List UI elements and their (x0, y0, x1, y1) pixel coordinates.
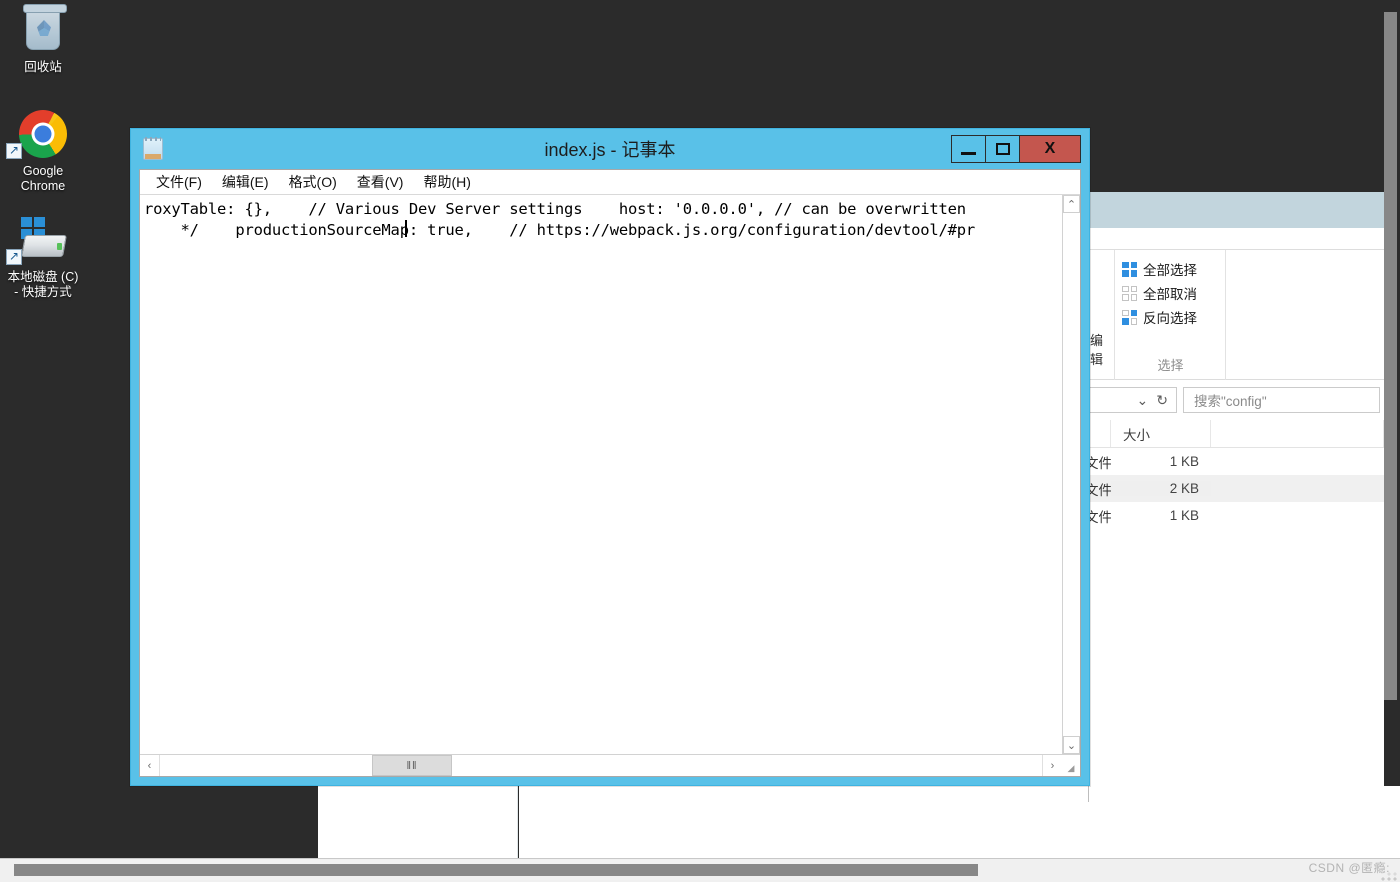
ribbon-button-invert-selection[interactable]: 反向选择 (1116, 305, 1225, 329)
close-button[interactable]: X (1019, 135, 1081, 163)
menu-item-view[interactable]: 查看(V) (349, 170, 412, 194)
ribbon-button-select-all[interactable]: 全部选择 (1116, 257, 1225, 281)
horizontal-scroll-thumb[interactable]: ‖‖ (372, 755, 452, 776)
search-input[interactable]: 搜索"config" (1183, 387, 1380, 413)
select-all-icon (1122, 261, 1137, 277)
invert-selection-icon (1122, 309, 1137, 325)
address-bar[interactable]: ⌄ ↻ (1089, 387, 1177, 413)
row-size-cell: 2 KB (1111, 481, 1211, 496)
file-explorer-window[interactable]: 编辑 全部选择 全部取消 反向选择 选择 ⌄ ↻ 搜索"config" 大小 件… (1088, 192, 1384, 802)
menu-item-file[interactable]: 文件(F) (148, 170, 210, 194)
ribbon-button-select-none[interactable]: 全部取消 (1116, 281, 1225, 305)
menu-item-help[interactable]: 帮助(H) (415, 170, 478, 194)
ribbon-group-select: 全部选择 全部取消 反向选择 选择 (1116, 250, 1226, 380)
refresh-icon[interactable]: ↻ (1156, 392, 1168, 409)
desktop-icon-label: Google Chrome (20, 164, 66, 193)
window-controls: X (951, 135, 1081, 163)
table-row[interactable]: 文件 1 KB (1089, 502, 1384, 529)
editor-region: roxyTable: {}, // Various Dev Server set… (140, 195, 1080, 754)
shortcut-arrow-icon: ↗ (6, 249, 22, 265)
scroll-right-arrow-icon[interactable]: › (1042, 755, 1062, 776)
row-type-cell: 文件 (1089, 455, 1111, 471)
maximize-button[interactable] (985, 135, 1020, 163)
shortcut-arrow-icon: ↗ (6, 143, 22, 159)
file-list-column-headers: 大小 (1089, 420, 1384, 448)
select-none-icon (1122, 285, 1137, 301)
ribbon-group-edit: 编辑 (1089, 250, 1115, 380)
row-size-cell: 1 KB (1169, 454, 1199, 469)
notepad-titlebar[interactable]: index.js - 记事本 X (131, 129, 1089, 169)
text-line: roxyTable: {}, // Various Dev Server set… (144, 200, 966, 218)
ribbon-group-select-label: 选择 (1157, 358, 1184, 373)
explorer-ribbon: 编辑 全部选择 全部取消 反向选择 选择 (1089, 250, 1384, 380)
chrome-icon: ↗ (0, 110, 86, 160)
explorer-ribbon-tabstrip[interactable] (1089, 228, 1384, 250)
text-caret (405, 220, 407, 237)
window-title: index.js - 记事本 (544, 140, 676, 160)
vertical-scrollbar[interactable]: ⌃ ⌄ (1062, 195, 1080, 754)
row-size-cell: 1 KB (1169, 508, 1199, 523)
hard-drive-icon: ↗ (0, 216, 86, 266)
chevron-down-icon[interactable]: ⌄ (1137, 392, 1149, 409)
right-vertical-scrollbar[interactable] (1384, 12, 1397, 700)
desktop-icon-local-disk-c[interactable]: ↗ 本地磁盘 (C) - 快捷方式 (0, 216, 86, 300)
ribbon-button-label: 全部取消 (1143, 287, 1197, 302)
menu-bar: 文件(F) 编辑(E) 格式(O) 查看(V) 帮助(H) (140, 170, 1080, 195)
scroll-up-arrow-icon[interactable]: ⌃ (1063, 195, 1080, 213)
watermark: CSDN @匿瘾: (1308, 861, 1390, 875)
desktop-icon-label: 本地磁盘 (C) - 快捷方式 (7, 270, 79, 299)
ribbon-button-label: 全部选择 (1143, 263, 1197, 278)
menu-item-edit[interactable]: 编辑(E) (214, 170, 277, 194)
minimize-button[interactable] (951, 135, 986, 163)
file-list: 文件 1 KB 文件 2 KB 文件 1 KB (1089, 448, 1384, 529)
recycle-bin-icon (0, 4, 86, 56)
column-header-filler (1211, 420, 1384, 447)
search-placeholder: 搜索"config" (1194, 394, 1267, 409)
ribbon-button-label: 反向选择 (1143, 311, 1197, 326)
background-window-left (318, 786, 518, 858)
desktop-icon-google-chrome[interactable]: ↗ Google Chrome (0, 110, 86, 194)
desktop-icon-label: 回收站 (24, 60, 62, 74)
ribbon-group-edit-label: 编辑 (1090, 333, 1104, 367)
menu-item-format[interactable]: 格式(O) (281, 170, 345, 194)
desktop-icon-recycle-bin[interactable]: 回收站 (0, 4, 86, 75)
table-row[interactable]: 文件 2 KB (1089, 475, 1384, 502)
row-type-cell: 文件 (1089, 482, 1111, 498)
explorer-address-row: ⌄ ↻ 搜索"config" (1089, 380, 1384, 420)
column-header-type[interactable] (1089, 420, 1111, 447)
table-row[interactable]: 文件 1 KB (1089, 448, 1384, 475)
resize-grip-icon[interactable]: ◢ (1062, 755, 1080, 776)
horizontal-scroll-track[interactable]: ‖‖ (160, 755, 1042, 776)
notepad-window[interactable]: index.js - 记事本 X 文件(F) 编辑(E) 格式(O) 查看(V)… (130, 128, 1090, 786)
row-type-cell: 文件 (1089, 509, 1111, 525)
scroll-down-arrow-icon[interactable]: ⌄ (1063, 736, 1080, 754)
notepad-client-area: 文件(F) 编辑(E) 格式(O) 查看(V) 帮助(H) roxyTable:… (139, 169, 1081, 777)
text-line: */ productionSourceMap: true, // https:/… (144, 221, 976, 239)
bottom-horizontal-scrollbar[interactable] (14, 864, 978, 876)
scroll-left-arrow-icon[interactable]: ‹ (140, 755, 160, 776)
text-editor[interactable]: roxyTable: {}, // Various Dev Server set… (140, 195, 1062, 754)
explorer-titlebar (1089, 192, 1384, 228)
column-header-size[interactable]: 大小 (1111, 420, 1211, 447)
watermark-dots-icon (1381, 871, 1397, 881)
horizontal-scrollbar[interactable]: ‹ ‖‖ › ◢ (140, 754, 1080, 776)
